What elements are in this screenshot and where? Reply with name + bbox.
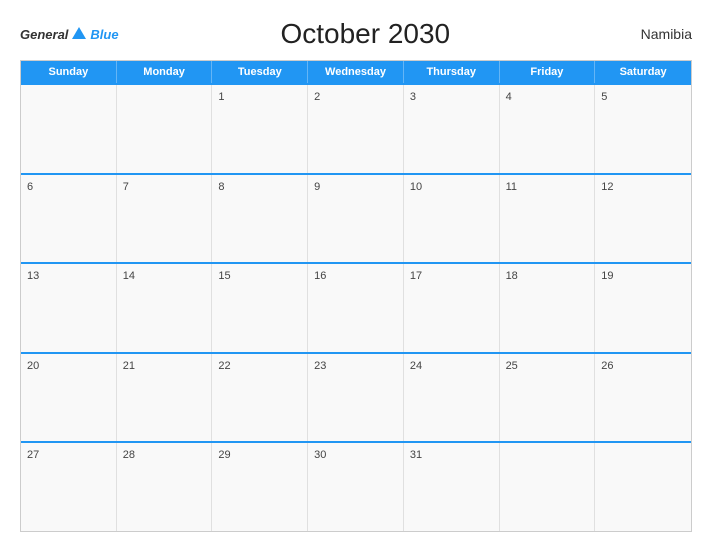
day-number: 18 — [506, 270, 518, 282]
day-cell: 11 — [500, 175, 596, 263]
day-number: 29 — [218, 449, 230, 461]
day-number: 23 — [314, 360, 326, 372]
day-cell: 23 — [308, 354, 404, 442]
day-header-thursday: Thursday — [404, 61, 500, 83]
day-cell: 15 — [212, 264, 308, 352]
day-cell: 22 — [212, 354, 308, 442]
day-cell: 14 — [117, 264, 213, 352]
day-cell: 27 — [21, 443, 117, 531]
day-cell: 28 — [117, 443, 213, 531]
day-cell — [117, 85, 213, 173]
day-cell — [595, 443, 691, 531]
day-number: 17 — [410, 270, 422, 282]
day-number: 22 — [218, 360, 230, 372]
week-row-4: 20 21 22 23 24 25 26 — [21, 352, 691, 442]
calendar-page: General Blue October 2030 Namibia Sunday… — [0, 0, 712, 550]
logo-general-text: General — [20, 27, 68, 42]
day-number: 25 — [506, 360, 518, 372]
day-number: 30 — [314, 449, 326, 461]
day-number: 20 — [27, 360, 39, 372]
day-cell: 8 — [212, 175, 308, 263]
day-cell: 26 — [595, 354, 691, 442]
country-label: Namibia — [612, 26, 692, 42]
day-cell: 20 — [21, 354, 117, 442]
week-row-1: 1 2 3 4 5 — [21, 83, 691, 173]
day-number: 7 — [123, 181, 129, 193]
day-cell: 17 — [404, 264, 500, 352]
day-cell: 5 — [595, 85, 691, 173]
day-cell: 24 — [404, 354, 500, 442]
day-header-friday: Friday — [500, 61, 596, 83]
day-number: 11 — [506, 181, 517, 193]
logo: General Blue — [20, 27, 119, 42]
day-cell: 7 — [117, 175, 213, 263]
day-number: 27 — [27, 449, 39, 461]
day-cell: 16 — [308, 264, 404, 352]
day-cell: 30 — [308, 443, 404, 531]
day-cell: 29 — [212, 443, 308, 531]
day-cell — [21, 85, 117, 173]
day-header-saturday: Saturday — [595, 61, 691, 83]
day-cell: 1 — [212, 85, 308, 173]
day-header-wednesday: Wednesday — [308, 61, 404, 83]
day-cell: 25 — [500, 354, 596, 442]
day-number: 15 — [218, 270, 230, 282]
day-number: 9 — [314, 181, 320, 193]
day-cell: 19 — [595, 264, 691, 352]
day-number: 12 — [601, 181, 613, 193]
weeks-container: 1234567891011121314151617181920212223242… — [21, 83, 691, 531]
day-number: 10 — [410, 181, 422, 193]
header: General Blue October 2030 Namibia — [20, 18, 692, 50]
day-number: 4 — [506, 91, 512, 103]
day-number: 26 — [601, 360, 613, 372]
logo-triangle-icon — [72, 27, 86, 39]
day-number: 14 — [123, 270, 135, 282]
day-cell: 18 — [500, 264, 596, 352]
day-cell: 31 — [404, 443, 500, 531]
day-header-sunday: Sunday — [21, 61, 117, 83]
calendar-grid: SundayMondayTuesdayWednesdayThursdayFrid… — [20, 60, 692, 532]
day-cell: 2 — [308, 85, 404, 173]
day-number: 24 — [410, 360, 422, 372]
day-number: 28 — [123, 449, 135, 461]
day-header-monday: Monday — [117, 61, 213, 83]
week-row-2: 6 7 8 9 10 11 12 — [21, 173, 691, 263]
day-cell: 21 — [117, 354, 213, 442]
day-number: 16 — [314, 270, 326, 282]
day-cell: 4 — [500, 85, 596, 173]
day-cell — [500, 443, 596, 531]
day-cell: 12 — [595, 175, 691, 263]
logo-blue-text: Blue — [90, 27, 118, 42]
day-headers-row: SundayMondayTuesdayWednesdayThursdayFrid… — [21, 61, 691, 83]
day-number: 19 — [601, 270, 613, 282]
day-number: 21 — [123, 360, 135, 372]
day-number: 5 — [601, 91, 607, 103]
week-row-3: 13 14 15 16 17 18 19 — [21, 262, 691, 352]
day-number: 3 — [410, 91, 416, 103]
day-cell: 6 — [21, 175, 117, 263]
day-number: 8 — [218, 181, 224, 193]
day-number: 2 — [314, 91, 320, 103]
day-cell: 10 — [404, 175, 500, 263]
week-row-5: 27 28 29 30 31 — [21, 441, 691, 531]
day-cell: 3 — [404, 85, 500, 173]
day-cell: 13 — [21, 264, 117, 352]
day-number: 31 — [410, 449, 422, 461]
day-header-tuesday: Tuesday — [212, 61, 308, 83]
calendar-title: October 2030 — [119, 18, 612, 50]
day-number: 1 — [218, 91, 224, 103]
day-number: 6 — [27, 181, 33, 193]
day-cell: 9 — [308, 175, 404, 263]
day-number: 13 — [27, 270, 39, 282]
